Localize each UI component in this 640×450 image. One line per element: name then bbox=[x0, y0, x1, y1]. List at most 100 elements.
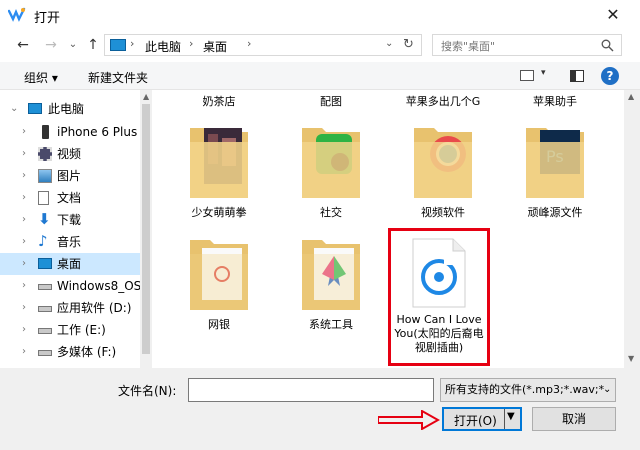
nav-pictures[interactable]: › 图片 bbox=[0, 165, 140, 187]
nav-scrollbar[interactable]: ▲ bbox=[140, 90, 152, 368]
drive-icon bbox=[38, 350, 52, 356]
refresh-icon[interactable]: ↻ bbox=[403, 37, 414, 52]
item-label: 视频软件 bbox=[421, 206, 465, 219]
search-icon[interactable] bbox=[601, 39, 614, 52]
nav-label: 工作 (E:) bbox=[57, 323, 106, 337]
expand-chevron-icon[interactable]: › bbox=[22, 209, 26, 231]
drive-icon bbox=[38, 328, 52, 334]
nav-label: 音乐 bbox=[57, 235, 82, 249]
address-bar[interactable]: › 此电脑 › 桌面 › ⌄ ↻ bbox=[104, 34, 422, 56]
nav-drive-d[interactable]: › 应用软件 (D:) bbox=[0, 297, 140, 319]
drive-icon bbox=[38, 306, 52, 312]
expand-chevron-icon[interactable]: › bbox=[22, 121, 26, 143]
filetype-select[interactable]: 所有支持的文件(*.mp3;*.wav;* ⌄ bbox=[440, 378, 616, 402]
nav-drive-e[interactable]: › 工作 (E:) bbox=[0, 319, 140, 341]
breadcrumb-separator: › bbox=[130, 37, 135, 50]
view-dropdown-icon[interactable]: ▾ bbox=[541, 68, 546, 78]
folder-icon bbox=[414, 128, 472, 198]
open-button-label: 打开(O) bbox=[454, 414, 497, 428]
expand-chevron-icon[interactable]: › bbox=[22, 187, 26, 209]
open-button[interactable]: 打开(O) ▼ bbox=[442, 407, 522, 431]
item-label[interactable]: 奶茶店 bbox=[164, 95, 274, 109]
cancel-button[interactable]: 取消 bbox=[532, 407, 616, 431]
desktop-icon bbox=[38, 258, 52, 269]
music-file-icon bbox=[412, 238, 466, 308]
nav-this-pc[interactable]: ⌄ 此电脑 bbox=[0, 98, 140, 120]
nav-desktop[interactable]: › 桌面 bbox=[0, 253, 140, 275]
filename-label: 文件名(N): bbox=[118, 384, 177, 398]
nav-label: iPhone 6 Plus bbox=[57, 125, 138, 139]
folder-icon bbox=[190, 128, 248, 198]
background-strip bbox=[0, 436, 640, 450]
expand-chevron-icon[interactable]: › bbox=[22, 319, 26, 341]
window-title: 打开 bbox=[34, 11, 61, 26]
preview-pane-icon[interactable] bbox=[570, 70, 584, 82]
organize-menu[interactable]: 组织 ▾ bbox=[24, 69, 58, 86]
music-icon: ♪ bbox=[38, 232, 48, 250]
expand-chevron-icon[interactable]: › bbox=[22, 297, 26, 319]
up-arrow-icon[interactable]: ↑ bbox=[84, 36, 102, 54]
search-placeholder: 搜索"桌面" bbox=[441, 40, 496, 53]
item-label[interactable]: 苹果助手 bbox=[500, 95, 610, 109]
folder-icon bbox=[302, 240, 360, 310]
folder-icon bbox=[190, 240, 248, 310]
nav-scroll-thumb[interactable] bbox=[142, 104, 150, 354]
item-label: 顽峰源文件 bbox=[527, 206, 583, 219]
recent-dropdown-icon[interactable]: ⌄ bbox=[64, 36, 82, 54]
expand-chevron-icon[interactable]: › bbox=[22, 253, 26, 275]
item-label[interactable]: 苹果多出几个G bbox=[388, 95, 498, 109]
split-divider bbox=[504, 409, 505, 429]
title-bar bbox=[0, 0, 640, 30]
scroll-down-icon[interactable]: ▼ bbox=[628, 354, 634, 363]
address-dropdown-icon[interactable]: ⌄ bbox=[385, 38, 393, 49]
navigation-pane: ⌄ 此电脑 › iPhone 6 Plus › 视频 › 图片 › 文档 › ⬇… bbox=[0, 90, 152, 368]
item-label: How Can I Love You(太阳的后裔电视剧插曲) bbox=[394, 313, 484, 354]
nav-label: 图片 bbox=[57, 169, 82, 183]
collapse-chevron-icon[interactable]: ⌄ bbox=[10, 98, 18, 120]
view-options-icon[interactable] bbox=[520, 70, 534, 81]
breadcrumb-this-pc[interactable]: 此电脑 bbox=[145, 38, 181, 55]
expand-chevron-icon[interactable]: › bbox=[22, 275, 26, 297]
nav-label: 桌面 bbox=[57, 257, 82, 271]
search-box[interactable]: 搜索"桌面" bbox=[432, 34, 622, 56]
folder-icon bbox=[302, 128, 360, 198]
close-button[interactable]: ✕ bbox=[598, 4, 628, 26]
breadcrumb-separator: › bbox=[189, 37, 194, 50]
breadcrumb-separator: › bbox=[247, 37, 252, 50]
forward-arrow-icon[interactable]: → bbox=[42, 36, 60, 54]
content-scrollbar[interactable]: ▲ ▼ bbox=[624, 90, 640, 368]
item-label: 系统工具 bbox=[309, 318, 353, 331]
nav-music[interactable]: › ♪ 音乐 bbox=[0, 231, 140, 253]
drive-icon bbox=[38, 284, 52, 290]
scroll-up-icon[interactable]: ▲ bbox=[143, 92, 149, 101]
help-icon[interactable]: ? bbox=[601, 67, 619, 85]
new-folder-button[interactable]: 新建文件夹 bbox=[88, 69, 148, 86]
nav-label: 下载 bbox=[57, 213, 82, 227]
expand-chevron-icon[interactable]: › bbox=[22, 143, 26, 165]
expand-chevron-icon[interactable]: › bbox=[22, 231, 26, 253]
expand-chevron-icon[interactable]: › bbox=[22, 341, 26, 363]
download-icon: ⬇ bbox=[38, 210, 51, 228]
item-label[interactable]: 配图 bbox=[276, 95, 386, 109]
video-icon bbox=[38, 147, 52, 161]
nav-downloads[interactable]: › ⬇ 下载 bbox=[0, 209, 140, 231]
item-label: 社交 bbox=[320, 206, 342, 219]
item-label: 网银 bbox=[208, 318, 230, 331]
picture-icon bbox=[38, 169, 52, 183]
filename-input[interactable] bbox=[188, 378, 434, 402]
nav-label: Windows8_OS bbox=[57, 279, 142, 293]
selected-music-file[interactable]: How Can I Love You(太阳的后裔电视剧插曲) bbox=[388, 228, 490, 366]
nav-label: 此电脑 bbox=[48, 102, 85, 116]
nav-documents[interactable]: › 文档 bbox=[0, 187, 140, 209]
breadcrumb-desktop[interactable]: 桌面 bbox=[203, 38, 227, 55]
back-arrow-icon[interactable]: ← bbox=[14, 36, 32, 54]
arrow-annotation-icon bbox=[378, 410, 440, 430]
nav-drive-c[interactable]: › Windows8_OS bbox=[0, 275, 142, 297]
expand-chevron-icon[interactable]: › bbox=[22, 165, 26, 187]
nav-videos[interactable]: › 视频 bbox=[0, 143, 140, 165]
nav-label: 视频 bbox=[57, 147, 82, 161]
nav-drive-f[interactable]: › 多媒体 (F:) bbox=[0, 341, 140, 363]
scroll-up-icon[interactable]: ▲ bbox=[628, 92, 634, 101]
open-dropdown-icon[interactable]: ▼ bbox=[507, 411, 515, 422]
nav-iphone[interactable]: › iPhone 6 Plus bbox=[0, 121, 140, 143]
